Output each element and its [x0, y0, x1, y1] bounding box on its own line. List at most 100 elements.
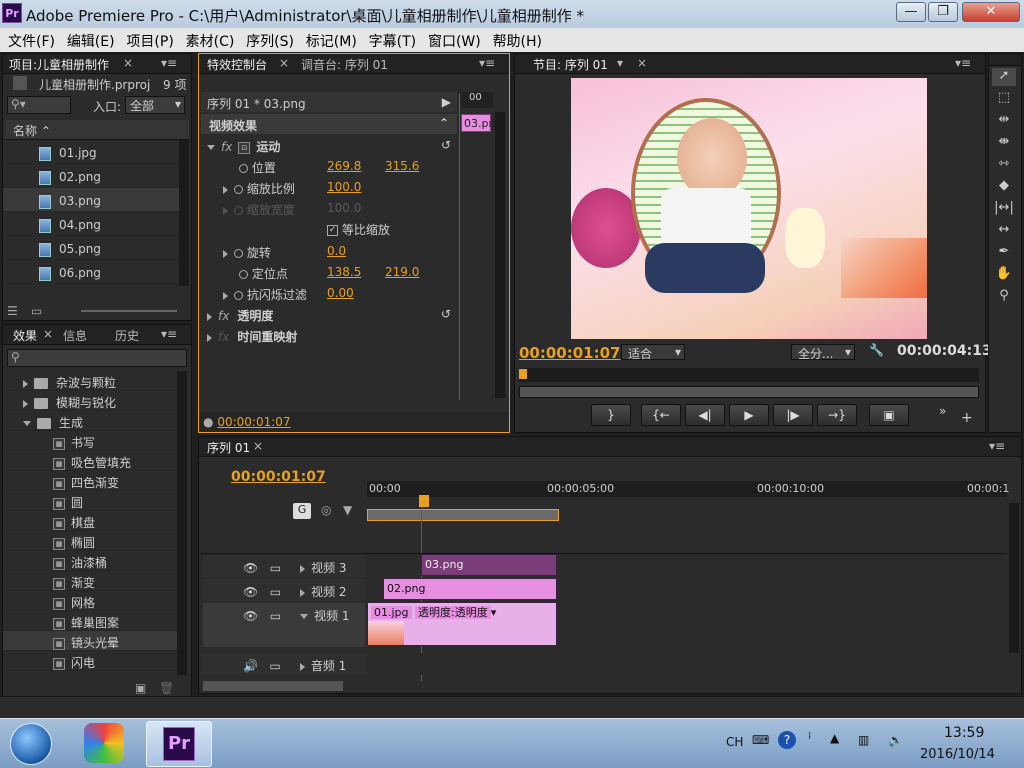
stopwatch-icon[interactable] — [234, 185, 243, 194]
rate-stretch-tool-icon[interactable]: ⇿ — [992, 156, 1016, 174]
timeline-timecode[interactable]: 00:00:01:07 — [231, 469, 326, 485]
mark-out-button[interactable]: } — [591, 404, 631, 426]
eye-icon[interactable]: 👁 — [243, 585, 258, 599]
reset-icon[interactable]: ↺ — [441, 138, 451, 152]
maximize-button[interactable]: ❐ — [928, 2, 958, 22]
position-y-value[interactable]: 315.6 — [385, 159, 419, 173]
close-icon[interactable]: × — [637, 56, 647, 70]
menu-edit[interactable]: 编辑(E) — [59, 28, 115, 51]
clock-time[interactable]: 13:59 — [944, 725, 984, 741]
track-header-video1[interactable]: 👁 ▭ 视频 1 — [203, 603, 365, 647]
go-to-in-button[interactable]: {← — [641, 404, 681, 426]
close-button[interactable]: ✕ — [962, 2, 1020, 22]
ec-scrollbar[interactable] — [495, 112, 505, 398]
effects-scrollbar[interactable] — [177, 371, 187, 675]
timeline-ruler[interactable]: 00:00 00:00:05:00 00:00:10:00 00:00:1 — [367, 481, 1009, 497]
stopwatch-icon[interactable] — [239, 270, 248, 279]
lock-icon[interactable]: ▭ — [270, 609, 281, 623]
effect-item[interactable]: ▦ 四色渐变 — [3, 471, 177, 491]
tab-program[interactable]: 节目: 序列 01 — [533, 56, 608, 73]
clip-video3[interactable]: 03.png — [421, 554, 557, 576]
stopwatch-icon[interactable] — [234, 249, 243, 258]
play-only-icon[interactable]: ▶ — [442, 95, 451, 109]
list-item[interactable]: 05.png — [3, 236, 179, 260]
add-button-icon[interactable]: + — [961, 410, 973, 426]
effect-item[interactable]: ▦ 吸色管填充 — [3, 451, 177, 471]
program-playhead-icon[interactable] — [519, 369, 527, 379]
ripple-edit-tool-icon[interactable]: ⇹ — [992, 112, 1016, 130]
panel-menu-icon[interactable]: ▾≡ — [989, 439, 1005, 453]
more-icon[interactable]: » — [939, 404, 946, 418]
menu-marker[interactable]: 标记(M) — [298, 28, 357, 51]
app-launcher-icon[interactable] — [84, 723, 124, 763]
delete-icon[interactable]: 🗑 — [159, 681, 174, 695]
panel-menu-icon[interactable]: ▾≡ — [161, 56, 177, 70]
menu-clip[interactable]: 素材(C) — [178, 28, 235, 51]
menu-window[interactable]: 窗口(W) — [420, 28, 481, 51]
eye-icon[interactable]: 👁 — [243, 609, 258, 623]
track-header-video2[interactable]: 👁 ▭ 视频 2 — [203, 579, 365, 601]
speaker-icon[interactable]: 🔊 — [243, 659, 258, 673]
folder-generate[interactable]: 生成 — [3, 411, 177, 431]
rolling-edit-tool-icon[interactable]: ⇼ — [992, 134, 1016, 152]
track-select-tool-icon[interactable]: ⬚ — [992, 90, 1016, 108]
keyboard-icon[interactable]: ⌨ — [752, 733, 769, 747]
effect-item[interactable]: ▦ 书写 — [3, 431, 177, 451]
folder-blur-sharpen[interactable]: 模糊与锐化 — [3, 391, 177, 411]
slip-tool-icon[interactable]: |↔| — [992, 200, 1016, 218]
play-button[interactable]: ▶ — [729, 404, 769, 426]
tab-effect-controls[interactable]: 特效控制台 — [207, 56, 267, 73]
ec-timecode[interactable]: 00:00:01:07 — [217, 415, 290, 429]
tab-history[interactable]: 历史 — [115, 327, 139, 344]
selection-tool-icon[interactable]: ➚ — [992, 68, 1016, 86]
clip-video1[interactable]: 01.jpg 透明度:透明度 ▾ — [367, 602, 557, 646]
list-view-icon[interactable]: ☰ — [7, 304, 27, 318]
uniform-scale-checkbox[interactable]: ✓ 等比缩放 — [327, 221, 457, 241]
menu-file[interactable]: 文件(F) — [0, 28, 55, 51]
close-icon[interactable]: × — [123, 56, 133, 70]
tab-sequence[interactable]: 序列 01 — [207, 439, 250, 456]
snap-icon[interactable]: G — [293, 503, 311, 519]
effect-item[interactable]: ▦ 镜头光晕 — [3, 631, 177, 651]
minimize-button[interactable]: — — [896, 2, 926, 22]
stopwatch-icon[interactable] — [239, 164, 248, 173]
eye-icon[interactable]: 👁 — [243, 561, 258, 575]
position-x-value[interactable]: 269.8 — [327, 159, 361, 173]
tab-info[interactable]: 信息 — [63, 327, 87, 344]
rotation-value[interactable]: 0.0 — [327, 244, 346, 258]
work-area-bar[interactable] — [367, 509, 559, 521]
new-bin-icon[interactable]: ▣ — [135, 681, 146, 695]
premiere-task-button[interactable]: Pr — [146, 721, 212, 767]
lock-icon[interactable]: ▭ — [270, 561, 281, 575]
set-encore-marker-icon[interactable]: ◎ — [321, 503, 331, 517]
opacity-row[interactable]: fx 透明度 ↺ — [207, 305, 457, 325]
program-ruler[interactable] — [519, 368, 979, 382]
ec-clip-bar[interactable]: 03.png — [461, 114, 502, 132]
scale-value[interactable]: 100.0 — [327, 180, 361, 194]
fit-dropdown[interactable]: 适合 ▾ — [621, 344, 685, 361]
folder-noise-grain[interactable]: 杂波与颗粒 — [3, 371, 177, 391]
anchor-y-value[interactable]: 219.0 — [385, 265, 419, 279]
close-icon[interactable]: × — [43, 327, 53, 341]
panel-menu-icon[interactable]: ▾≡ — [955, 56, 971, 70]
motion-row[interactable]: fx ⊡ 运动 ↺ — [207, 136, 457, 156]
track-header-audio1[interactable]: 🔊 ▭ 音频 1 — [203, 653, 365, 675]
menu-title[interactable]: 字幕(T) — [361, 28, 416, 51]
flicker-value[interactable]: 0.00 — [327, 286, 354, 300]
hand-tool-icon[interactable]: ✋ — [992, 266, 1016, 284]
razor-tool-icon[interactable]: ◆ — [992, 178, 1016, 196]
zoom-tool-icon[interactable]: ⚲ — [992, 288, 1016, 306]
step-forward-button[interactable]: |▶ — [773, 404, 813, 426]
reset-icon[interactable]: ↺ — [441, 307, 451, 321]
language-indicator[interactable]: CH — [726, 735, 743, 749]
effect-item[interactable]: ▦ 闪电 — [3, 651, 177, 671]
tab-audio-mixer[interactable]: 调音台: 序列 01 — [301, 56, 388, 73]
show-hidden-icons-icon[interactable]: ▲ — [830, 731, 839, 745]
icon-view-icon[interactable]: ▭ — [31, 304, 51, 318]
close-icon[interactable]: × — [279, 56, 289, 70]
lock-icon[interactable]: ▭ — [270, 585, 281, 599]
list-item[interactable]: 04.png — [3, 212, 179, 236]
menu-project[interactable]: 项目(P) — [118, 28, 173, 51]
timeline-v-scrollbar[interactable] — [1009, 503, 1019, 653]
effect-item[interactable]: ▦ 油漆桶 — [3, 551, 177, 571]
